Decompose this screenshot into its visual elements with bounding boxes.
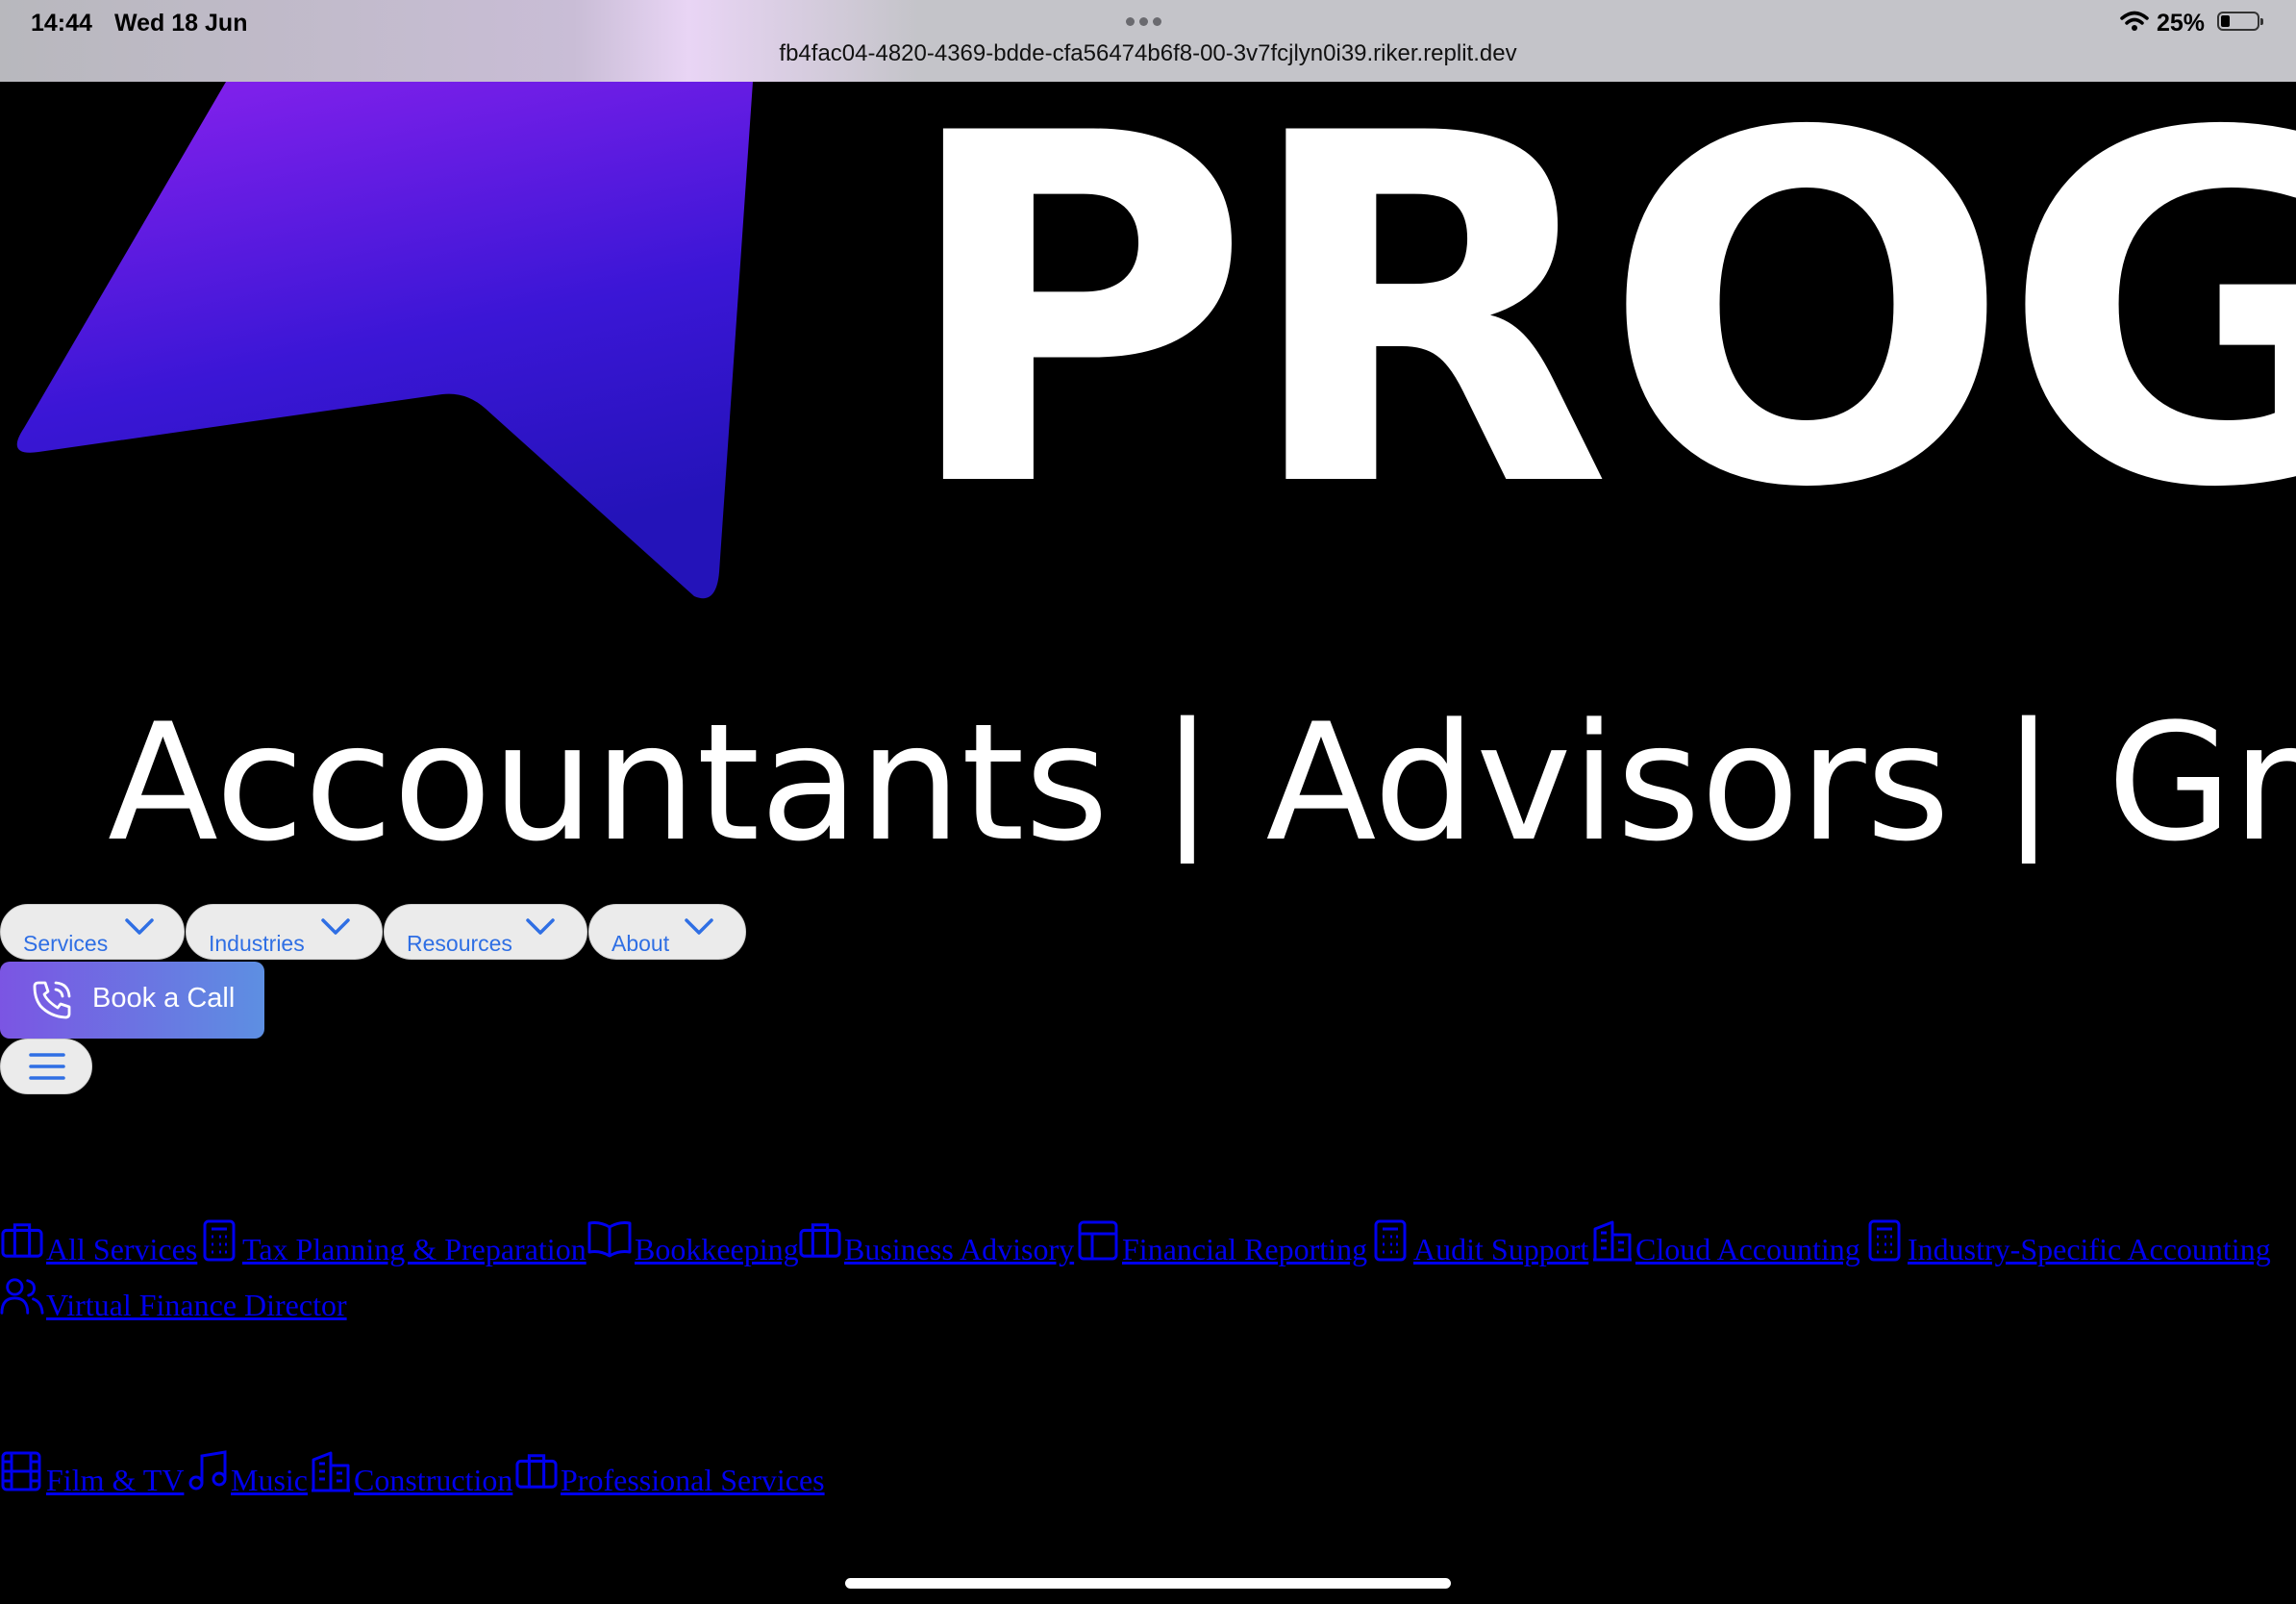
calculator-icon	[203, 1219, 236, 1262]
chevron-down-icon	[526, 918, 555, 935]
layout-icon	[1078, 1220, 1118, 1261]
link-industry-specific-label[interactable]: Industry-Specific Accounting	[1908, 1232, 2271, 1267]
nav-industries-label: Industries	[209, 931, 305, 956]
main-nav: Services Industries Resources About	[0, 904, 747, 960]
logo-arrow-icon	[16, 82, 753, 599]
briefcase-icon	[515, 1454, 558, 1489]
link-financial-reporting-label[interactable]: Financial Reporting	[1122, 1232, 1367, 1267]
link-business-advisory-label[interactable]: Business Advisory	[844, 1232, 1074, 1267]
wifi-icon	[2120, 11, 2149, 31]
link-film-tv-label[interactable]: Film & TV	[46, 1463, 184, 1498]
buildings-icon	[312, 1451, 350, 1492]
chevron-down-icon	[125, 918, 154, 935]
book-a-call-label: Book a Call	[92, 983, 236, 1014]
link-construction-label[interactable]: Construction	[354, 1463, 512, 1498]
tab-options-icon[interactable]	[1126, 17, 1161, 26]
film-icon	[1, 1451, 41, 1491]
address-bar-url[interactable]: fb4fac04-4820-4369-bdde-cfa56474b6f8-00-…	[0, 40, 2296, 67]
status-date: Wed 18 Jun	[114, 10, 248, 37]
link-cloud-accounting-label[interactable]: Cloud Accounting	[1635, 1232, 1860, 1267]
logo-tagline: Accountants | Advisors | Gr	[108, 702, 2296, 864]
users-icon	[0, 1278, 44, 1315]
briefcase-icon	[1, 1223, 43, 1258]
logo-wordmark: PROG	[899, 82, 2296, 534]
book-a-call-button[interactable]: Book a Call	[0, 962, 264, 1039]
link-virtual-finance-director-label[interactable]: Virtual Finance Director	[46, 1288, 347, 1323]
link-tax-planning-label[interactable]: Tax Planning & Preparation	[242, 1232, 586, 1267]
nav-resources-dropdown[interactable]: Resources	[384, 904, 587, 960]
nav-services-label: Services	[23, 931, 109, 956]
link-audit-support-label[interactable]: Audit Support	[1413, 1232, 1588, 1267]
music-icon	[188, 1450, 227, 1491]
calculator-icon	[1374, 1219, 1407, 1262]
book-open-icon	[587, 1221, 632, 1258]
battery-percent: 25%	[2157, 10, 2206, 37]
hamburger-menu-button[interactable]	[0, 1039, 92, 1094]
phone-call-icon	[33, 981, 71, 1019]
nav-about-label: About	[611, 931, 670, 956]
link-music-label[interactable]: Music	[231, 1463, 308, 1498]
home-indicator[interactable]	[845, 1578, 1451, 1589]
chevron-down-icon	[321, 918, 350, 935]
nav-services-dropdown[interactable]: Services	[0, 904, 185, 960]
nav-resources-label: Resources	[407, 931, 512, 956]
battery-icon	[2217, 12, 2263, 31]
link-professional-services-label[interactable]: Professional Services	[561, 1463, 825, 1498]
briefcase-icon	[799, 1223, 841, 1258]
ios-status-bar: 14:44 Wed 18 Jun fb4fac04-4820-4369-bdde…	[0, 0, 2296, 82]
calculator-icon	[1868, 1219, 1901, 1262]
chevron-down-icon	[685, 918, 713, 935]
link-bookkeeping-label[interactable]: Bookkeeping	[635, 1232, 799, 1267]
buildings-icon	[1593, 1220, 1632, 1262]
nav-industries-dropdown[interactable]: Industries	[186, 904, 383, 960]
status-time: 14:44	[31, 10, 92, 37]
menu-icon	[29, 1053, 65, 1080]
link-all-services-label[interactable]: All Services	[46, 1232, 197, 1267]
logo-wordmark-text: PROG	[899, 82, 2296, 534]
nav-about-dropdown[interactable]: About	[588, 904, 746, 960]
